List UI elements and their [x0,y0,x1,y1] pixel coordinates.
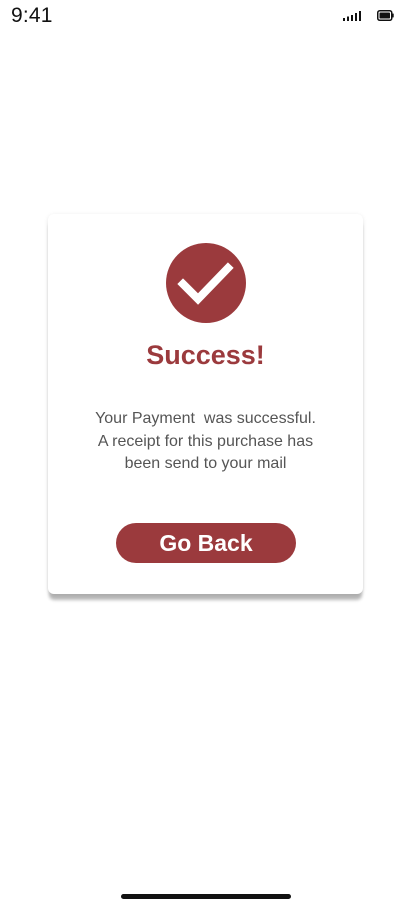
home-indicator[interactable] [121,894,291,899]
message-line: A receipt for this purchase has [97,432,314,450]
payment-success-screen: 9:41 Success! Your Payment was successfu… [0,0,412,917]
go-back-button[interactable]: Go Back [116,523,296,563]
success-card: Success! Your Payment was successful. A … [48,214,363,594]
success-message: Your Payment was successful. A receipt f… [68,408,343,476]
status-time: 9:41 [11,4,53,27]
success-title: Success! [146,340,265,370]
success-badge [166,243,246,323]
status-bar: 9:41 [0,0,412,36]
message-line: been send to your mail [124,455,287,472]
checkmark-icon [177,262,234,305]
cellular-signal-icon [343,11,361,21]
message-line: Your Payment was successful. [95,410,316,427]
battery-icon [377,10,394,21]
